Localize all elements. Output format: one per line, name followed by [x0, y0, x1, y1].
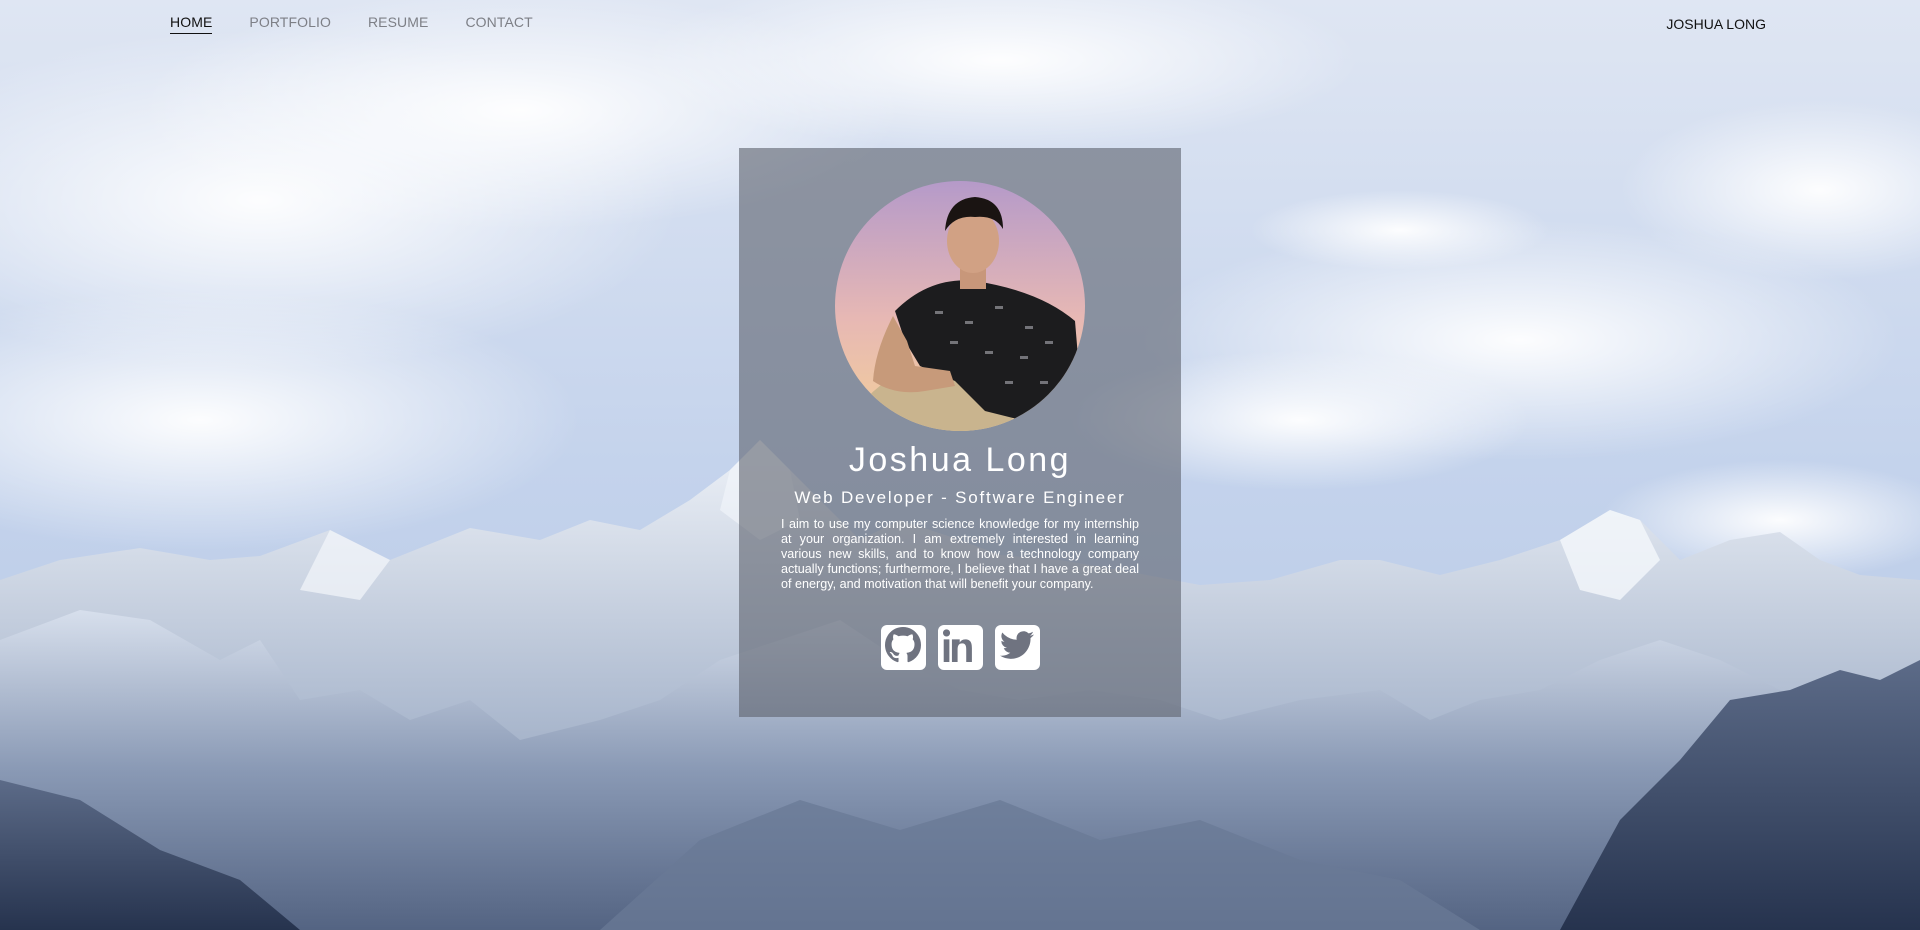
profile-name: Joshua Long [848, 441, 1072, 479]
main-nav: HOME PORTFOLIO RESUME CONTACT [170, 14, 570, 34]
github-link[interactable] [880, 625, 926, 670]
profile-role: Web Developer - Software Engineer [794, 488, 1126, 507]
nav-home-link[interactable]: HOME [170, 14, 213, 34]
twitter-icon [1000, 628, 1034, 667]
nav-portfolio-link[interactable]: PORTFOLIO [249, 14, 331, 34]
nav-resume-link[interactable]: RESUME [368, 14, 429, 34]
avatar [835, 181, 1085, 431]
github-icon [885, 627, 921, 668]
brand-name[interactable]: JOSHUA LONG [1666, 16, 1766, 32]
profile-bio: I aim to use my computer science knowled… [781, 517, 1139, 591]
twitter-link[interactable] [994, 625, 1040, 670]
profile-card: Joshua Long Web Developer - Software Eng… [739, 148, 1181, 717]
social-links [739, 625, 1181, 670]
linkedin-link[interactable] [937, 625, 983, 670]
nav-contact-link[interactable]: CONTACT [465, 14, 532, 34]
linkedin-icon [943, 628, 977, 667]
